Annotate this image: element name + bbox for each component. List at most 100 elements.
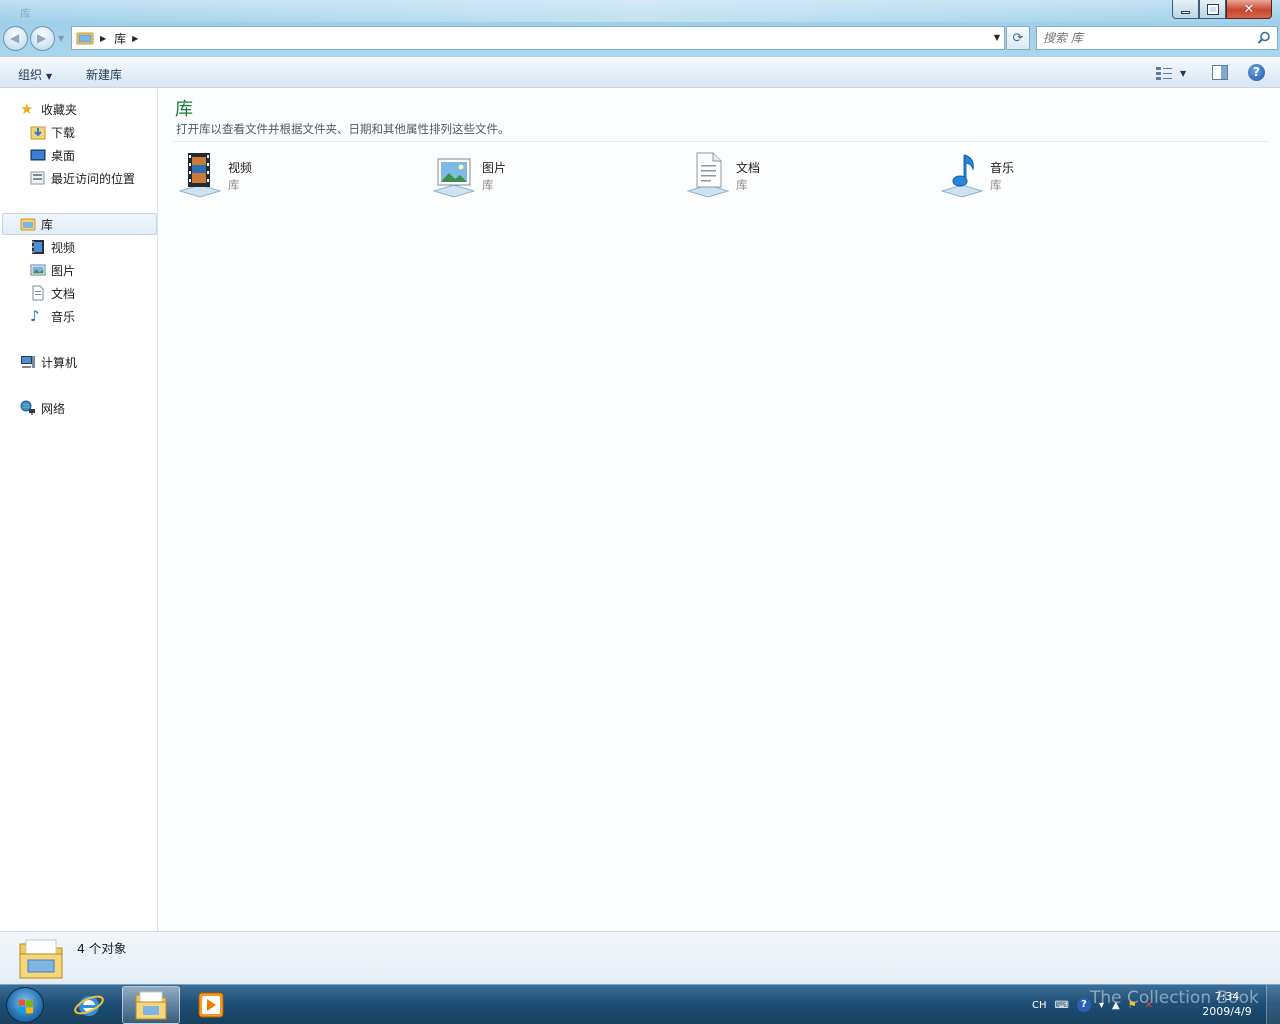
- header-divider: [173, 141, 1269, 142]
- chevron-down-icon: ▼: [46, 72, 53, 81]
- forward-arrow-icon: ▶: [37, 31, 47, 45]
- windows-logo-icon: [19, 999, 33, 1014]
- forward-button[interactable]: ▶: [30, 26, 55, 51]
- videos-icon: [32, 240, 44, 254]
- restore-icon: [1206, 3, 1219, 15]
- nav-item-desktop[interactable]: 桌面: [30, 144, 75, 166]
- library-item-videos[interactable]: 视频 库: [176, 149, 426, 201]
- minimize-button[interactable]: [1172, 0, 1199, 19]
- music-icon: ♪: [30, 307, 40, 325]
- change-view-button[interactable]: ▼: [1156, 64, 1194, 82]
- action-center-warning-icon[interactable]: ⚑: [1128, 1000, 1137, 1011]
- navigation-pane: ★ 收藏夹 下载 桌面 最近访问的位置 库 视频 图片 文档 ♪ 音乐 计算机 …: [0, 89, 158, 931]
- library-item-documents[interactable]: 文档 库: [684, 149, 934, 201]
- system-tray: CH ⌨ ? ▾ ▲ ⚑ ✕: [1032, 987, 1161, 1023]
- desktop-icon: [30, 149, 46, 161]
- nav-network[interactable]: 网络: [20, 397, 65, 419]
- show-hidden-icons-icon[interactable]: ▲: [1112, 1000, 1120, 1011]
- library-item-pictures[interactable]: 图片 库: [430, 149, 680, 201]
- chevron-down-icon[interactable]: ▾: [1099, 1000, 1104, 1011]
- page-description: 打开库以查看文件并根据文件夹、日期和其他属性排列这些文件。: [176, 122, 510, 136]
- library-item-music[interactable]: 音乐 库: [938, 149, 1188, 201]
- library-item-type: 库: [482, 178, 494, 192]
- close-button[interactable]: ✕: [1226, 0, 1272, 19]
- search-input[interactable]: [1043, 31, 1248, 45]
- refresh-button[interactable]: ⟳: [1006, 26, 1030, 50]
- breadcrumb-separator-icon[interactable]: ▶: [132, 34, 138, 43]
- network-icon: [20, 400, 35, 415]
- nav-computer-label: 计算机: [41, 355, 78, 370]
- nav-item-recent-places[interactable]: 最近访问的位置: [30, 167, 135, 189]
- clock[interactable]: 7:34 2009/4/9: [1196, 989, 1258, 1019]
- refresh-icon: ⟳: [1012, 30, 1024, 46]
- videos-library-icon: [178, 153, 222, 198]
- explorer-folder-icon: [135, 991, 167, 1020]
- nav-libraries[interactable]: 库: [2, 213, 157, 235]
- nav-item-documents[interactable]: 文档: [30, 282, 75, 304]
- close-icon: ✕: [1243, 1, 1255, 17]
- network-disconnected-icon[interactable]: ✕: [1145, 1000, 1153, 1011]
- chevron-down-icon[interactable]: ▼: [1180, 69, 1186, 78]
- keyboard-icon[interactable]: ⌨: [1055, 1000, 1069, 1011]
- nav-item-label: 最近访问的位置: [51, 171, 136, 186]
- computer-icon: [21, 356, 35, 368]
- minimize-icon: [1181, 10, 1190, 14]
- breadcrumb-separator-icon[interactable]: ▶: [100, 34, 106, 43]
- taskbar-media-player[interactable]: [182, 986, 240, 1024]
- nav-libraries-label: 库: [41, 217, 54, 232]
- documents-library-icon: [686, 152, 730, 198]
- organize-menu[interactable]: 组织 ▼: [18, 66, 52, 83]
- help-icon[interactable]: ?: [1076, 998, 1091, 1012]
- nav-item-pictures[interactable]: 图片: [30, 259, 75, 281]
- pictures-library-icon: [432, 158, 476, 198]
- library-item-name: 视频: [228, 161, 253, 175]
- preview-pane-icon[interactable]: [1212, 65, 1228, 80]
- breadcrumb-libraries[interactable]: 库: [114, 30, 126, 47]
- page-title: 库: [175, 99, 193, 120]
- back-button[interactable]: ◀: [3, 26, 28, 51]
- organize-label: 组织: [18, 68, 43, 82]
- clock-time: 7:34: [1214, 990, 1240, 1003]
- nav-item-label: 图片: [51, 263, 76, 278]
- taskbar: The Collection Book CH ⌨ ? ▾ ▲ ⚑ ✕ 7:34 …: [0, 984, 1280, 1024]
- language-indicator[interactable]: CH: [1032, 1000, 1047, 1011]
- nav-item-label: 桌面: [51, 148, 76, 163]
- nav-item-label: 音乐: [51, 309, 76, 324]
- view-options-icon: [1156, 67, 1172, 80]
- library-item-type: 库: [990, 178, 1002, 192]
- nav-item-music[interactable]: ♪ 音乐: [30, 305, 75, 327]
- new-library-button[interactable]: 新建库: [86, 66, 122, 83]
- music-library-icon: [940, 154, 984, 198]
- library-item-type: 库: [228, 178, 240, 192]
- library-item-type: 库: [736, 178, 748, 192]
- details-pane: 4 个对象: [0, 931, 1280, 984]
- back-arrow-icon: ◀: [10, 31, 20, 45]
- library-item-name: 文档: [736, 161, 761, 175]
- maximize-button[interactable]: [1199, 0, 1226, 19]
- nav-item-videos[interactable]: 视频: [30, 236, 75, 258]
- recent-pages-dropdown[interactable]: ▼: [58, 34, 64, 43]
- nav-item-label: 下载: [51, 125, 76, 140]
- address-bar[interactable]: ▶ 库 ▶ ▼: [71, 26, 1005, 50]
- internet-explorer-icon: [74, 995, 104, 1016]
- nav-favorites[interactable]: ★ 收藏夹: [20, 98, 77, 120]
- address-dropdown-icon[interactable]: ▼: [994, 33, 1000, 42]
- library-item-name: 音乐: [990, 161, 1015, 175]
- item-count: 4 个对象: [77, 941, 127, 956]
- recent-places-icon: [30, 171, 45, 185]
- help-icon[interactable]: ?: [1248, 64, 1265, 81]
- nav-item-label: 文档: [51, 286, 76, 301]
- nav-network-label: 网络: [41, 401, 66, 416]
- nav-item-downloads[interactable]: 下载: [30, 121, 75, 143]
- window-controls: ✕: [1172, 0, 1272, 19]
- taskbar-windows-explorer[interactable]: [122, 986, 180, 1024]
- library-folder-icon: [76, 32, 94, 45]
- taskbar-internet-explorer[interactable]: [60, 986, 118, 1024]
- show-desktop-button[interactable]: [1266, 985, 1280, 1024]
- title-bar: 库 ✕ ◀ ▶ ▼ ▶ 库 ▶ ▼ ⟳: [0, 0, 1280, 56]
- content-area: 库 打开库以查看文件并根据文件夹、日期和其他属性排列这些文件。 视频 库 图片 …: [159, 89, 1280, 931]
- start-button[interactable]: [6, 987, 44, 1023]
- search-box[interactable]: [1036, 26, 1278, 50]
- search-icon: [1257, 31, 1270, 44]
- nav-computer[interactable]: 计算机: [20, 351, 77, 373]
